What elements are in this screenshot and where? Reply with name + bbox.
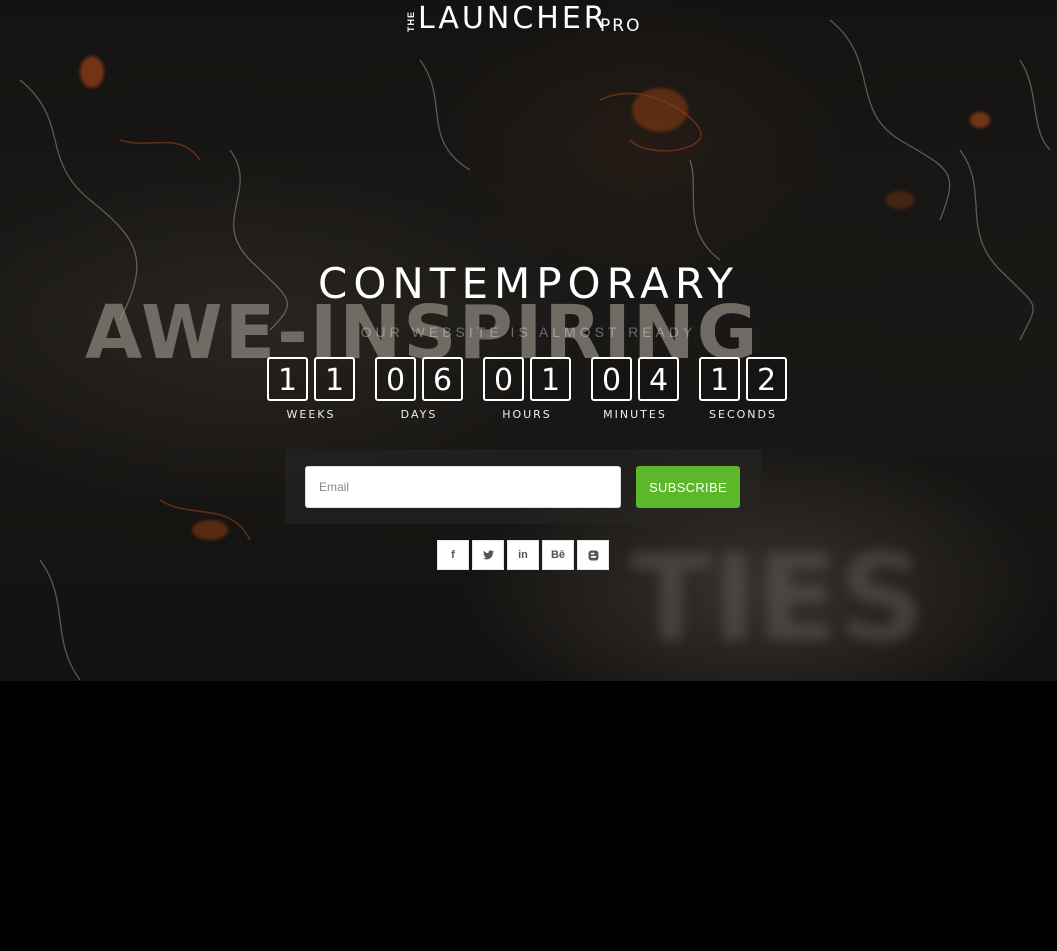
behance-glyph: Bē <box>550 549 566 561</box>
countdown-seconds: 1 2 SECONDS <box>693 357 793 421</box>
countdown-digit: 4 <box>638 357 679 401</box>
logo-prefix: THE <box>406 11 416 32</box>
countdown-unit-label: SECONDS <box>709 408 777 421</box>
countdown-digit: 0 <box>375 357 416 401</box>
blogger-logo-icon <box>588 550 598 560</box>
logo-main-text: LAUNCHER <box>418 1 608 36</box>
facebook-icon[interactable]: f <box>437 540 469 570</box>
linkedin-glyph: in <box>518 549 528 561</box>
page-subheadline: OUR WEBSITE IS ALMOST READY <box>360 324 697 340</box>
linkedin-icon[interactable]: in <box>507 540 539 570</box>
countdown-unit-label: HOURS <box>502 408 552 421</box>
countdown-unit-label: DAYS <box>400 408 438 421</box>
twitter-bird-icon <box>482 550 494 560</box>
countdown-days: 0 6 DAYS <box>369 357 469 421</box>
brand-logo[interactable]: THE LAUNCHER PRO <box>0 4 1057 38</box>
countdown-digit: 6 <box>422 357 463 401</box>
social-links: f in Bē <box>437 540 609 570</box>
countdown-digit: 2 <box>746 357 787 401</box>
email-field[interactable] <box>305 466 621 508</box>
blogger-icon[interactable] <box>577 540 609 570</box>
countdown-unit-label: MINUTES <box>603 408 667 421</box>
logo-suffix: PRO <box>600 16 642 36</box>
countdown-digit: 0 <box>591 357 632 401</box>
countdown-hours: 0 1 HOURS <box>477 357 577 421</box>
countdown-digit: 1 <box>314 357 355 401</box>
countdown-weeks: 1 1 WEEKS <box>261 357 361 421</box>
subscribe-button[interactable]: SUBSCRIBE <box>636 466 740 508</box>
countdown-minutes: 0 4 MINUTES <box>585 357 685 421</box>
countdown-digit: 1 <box>267 357 308 401</box>
page-headline: CONTEMPORARY <box>318 259 739 308</box>
countdown-digit: 1 <box>530 357 571 401</box>
countdown-digit: 0 <box>483 357 524 401</box>
facebook-glyph: f <box>451 549 455 561</box>
twitter-icon[interactable] <box>472 540 504 570</box>
countdown-unit-label: WEEKS <box>286 408 336 421</box>
countdown-digit: 1 <box>699 357 740 401</box>
behance-icon[interactable]: Bē <box>542 540 574 570</box>
